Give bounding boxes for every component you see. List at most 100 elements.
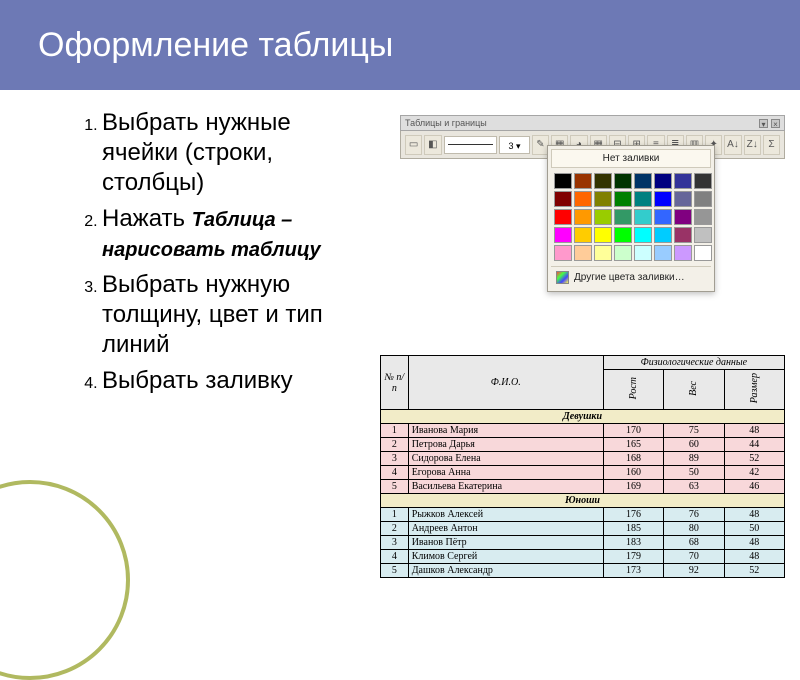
table-cell: 169 bbox=[603, 480, 663, 494]
color-swatch[interactable] bbox=[614, 191, 632, 207]
color-swatch[interactable] bbox=[694, 227, 712, 243]
table-cell: 3 bbox=[381, 536, 409, 550]
color-swatch[interactable] bbox=[654, 245, 672, 261]
color-swatch[interactable] bbox=[614, 227, 632, 243]
table-cell: 92 bbox=[664, 564, 724, 578]
more-fill-colors[interactable]: Другие цвета заливки… bbox=[551, 266, 711, 288]
color-swatch[interactable] bbox=[594, 209, 612, 225]
toolbar-title-text: Таблицы и границы bbox=[405, 118, 487, 128]
table-row: 5Васильева Екатерина1696346 bbox=[381, 480, 785, 494]
table-row: 5Дашков Александр1739252 bbox=[381, 564, 785, 578]
slide-title: Оформление таблицы bbox=[38, 26, 393, 65]
table-cell: Егорова Анна bbox=[408, 466, 603, 480]
eraser-icon[interactable]: ◧ bbox=[424, 135, 441, 155]
table-cell: 89 bbox=[664, 452, 724, 466]
color-swatch[interactable] bbox=[634, 209, 652, 225]
table-cell: Иванова Мария bbox=[408, 424, 603, 438]
color-swatch[interactable] bbox=[694, 209, 712, 225]
no-fill-button[interactable]: Нет заливки bbox=[551, 149, 711, 168]
example-table-head: № п/п Ф.И.О. Физиологические данные Рост… bbox=[381, 356, 785, 410]
color-swatch[interactable] bbox=[654, 209, 672, 225]
color-swatch[interactable] bbox=[594, 173, 612, 189]
table-row: 2Андреев Антон1858050 bbox=[381, 522, 785, 536]
color-swatch[interactable] bbox=[594, 191, 612, 207]
table-cell: 170 bbox=[603, 424, 663, 438]
color-swatch[interactable] bbox=[554, 173, 572, 189]
color-swatch[interactable] bbox=[574, 191, 592, 207]
table-cell: Дашков Александр bbox=[408, 564, 603, 578]
color-swatch[interactable] bbox=[694, 245, 712, 261]
table-cell: 48 bbox=[724, 536, 784, 550]
color-swatch[interactable] bbox=[594, 245, 612, 261]
col-height: Рост bbox=[603, 370, 663, 410]
table-row: 1Иванова Мария1707548 bbox=[381, 424, 785, 438]
color-swatch[interactable] bbox=[674, 227, 692, 243]
table-cell: 48 bbox=[724, 550, 784, 564]
color-swatch[interactable] bbox=[574, 227, 592, 243]
table-cell: Васильева Екатерина bbox=[408, 480, 603, 494]
toolbar-dropdown-icon[interactable]: ▾ bbox=[759, 119, 768, 128]
table-cell: 50 bbox=[724, 522, 784, 536]
table-cell: 68 bbox=[664, 536, 724, 550]
table-cell: 1 bbox=[381, 424, 409, 438]
table-cell: 176 bbox=[603, 508, 663, 522]
section-header: Девушки bbox=[381, 410, 785, 424]
color-swatch[interactable] bbox=[554, 191, 572, 207]
color-swatch[interactable] bbox=[694, 173, 712, 189]
table-cell: 165 bbox=[603, 438, 663, 452]
autosum-icon[interactable]: Σ bbox=[763, 135, 780, 155]
table-cell: 52 bbox=[724, 564, 784, 578]
color-swatch[interactable] bbox=[634, 227, 652, 243]
color-swatch[interactable] bbox=[694, 191, 712, 207]
color-swatch[interactable] bbox=[554, 209, 572, 225]
color-swatch[interactable] bbox=[574, 173, 592, 189]
color-swatch[interactable] bbox=[614, 245, 632, 261]
color-swatch[interactable] bbox=[634, 191, 652, 207]
color-swatch[interactable] bbox=[674, 191, 692, 207]
color-swatch[interactable] bbox=[594, 227, 612, 243]
table-cell: 63 bbox=[664, 480, 724, 494]
table-cell: Андреев Антон bbox=[408, 522, 603, 536]
color-swatch[interactable] bbox=[674, 173, 692, 189]
section-header: Юноши bbox=[381, 494, 785, 508]
steps-list: Выбрать нужные ячейки (строки, столбцы) … bbox=[80, 108, 360, 396]
color-swatch[interactable] bbox=[634, 173, 652, 189]
color-swatch[interactable] bbox=[574, 245, 592, 261]
color-swatch[interactable] bbox=[674, 245, 692, 261]
color-swatch[interactable] bbox=[614, 173, 632, 189]
line-style-select[interactable] bbox=[444, 136, 498, 154]
step-2: Нажать Таблица – нарисовать таблицу bbox=[102, 204, 360, 264]
color-swatch[interactable] bbox=[634, 245, 652, 261]
table-cell: 4 bbox=[381, 466, 409, 480]
line-weight-select[interactable]: 3 ▾ bbox=[499, 136, 530, 154]
steps-block: Выбрать нужные ячейки (строки, столбцы) … bbox=[0, 90, 360, 396]
color-swatch[interactable] bbox=[654, 191, 672, 207]
table-cell: 1 bbox=[381, 508, 409, 522]
table-cell: 75 bbox=[664, 424, 724, 438]
sort-za-icon[interactable]: Z↓ bbox=[744, 135, 761, 155]
color-swatch[interactable] bbox=[614, 209, 632, 225]
table-cell: 2 bbox=[381, 438, 409, 452]
color-swatch[interactable] bbox=[574, 209, 592, 225]
table-cell: Рыжков Алексей bbox=[408, 508, 603, 522]
color-swatch[interactable] bbox=[554, 227, 572, 243]
color-swatch[interactable] bbox=[654, 173, 672, 189]
draw-table-icon[interactable]: ▭ bbox=[405, 135, 422, 155]
table-cell: 60 bbox=[664, 438, 724, 452]
toolbar-titlebar[interactable]: Таблицы и границы ▾ × bbox=[400, 115, 785, 131]
color-swatch[interactable] bbox=[674, 209, 692, 225]
step-3: Выбрать нужную толщину, цвет и тип линий bbox=[102, 270, 360, 360]
color-swatch[interactable] bbox=[654, 227, 672, 243]
col-num: № п/п bbox=[381, 356, 409, 410]
color-wheel-icon bbox=[556, 271, 569, 284]
toolbar-close-icon[interactable]: × bbox=[771, 119, 780, 128]
table-cell: 4 bbox=[381, 550, 409, 564]
color-swatch[interactable] bbox=[554, 245, 572, 261]
table-cell: Климов Сергей bbox=[408, 550, 603, 564]
table-cell: Петрова Дарья bbox=[408, 438, 603, 452]
table-row: 3Иванов Пётр1836848 bbox=[381, 536, 785, 550]
sort-az-icon[interactable]: A↓ bbox=[724, 135, 741, 155]
table-cell: 46 bbox=[724, 480, 784, 494]
decorative-arc bbox=[0, 480, 130, 680]
table-cell: 3 bbox=[381, 452, 409, 466]
